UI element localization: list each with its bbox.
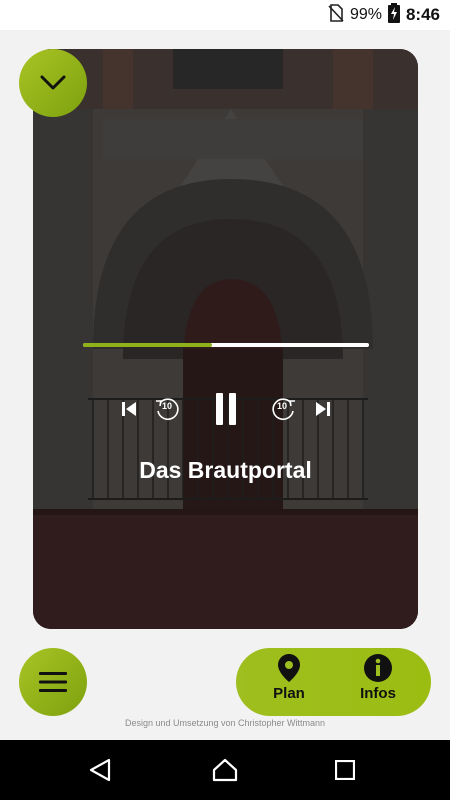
- forward-10-button[interactable]: 10: [269, 389, 297, 429]
- credit-text: Design und Umsetzung von Christopher Wit…: [124, 718, 326, 728]
- chevron-down-icon: [40, 75, 66, 90]
- status-icons: 99% 8:46: [328, 0, 440, 30]
- back-button[interactable]: [80, 750, 120, 790]
- skip-previous-button[interactable]: [117, 389, 141, 429]
- nav-infos[interactable]: Infos: [338, 654, 418, 710]
- nav-plan[interactable]: Plan: [249, 654, 329, 710]
- battery-percent: 99%: [349, 6, 382, 23]
- status-bar: 99% 8:46: [0, 0, 450, 30]
- system-navigation-bar: [0, 740, 450, 800]
- forward-seconds: 10: [277, 401, 288, 411]
- nav-infos-label: Infos: [360, 685, 396, 702]
- map-pin-icon: [278, 654, 300, 682]
- progress-fill: [83, 343, 212, 347]
- photo-overlay: [33, 49, 418, 629]
- clock: 8:46: [405, 5, 440, 24]
- track-title: Das Brautportal: [139, 457, 312, 483]
- playback-controls: 10 10: [33, 389, 418, 429]
- bottom-nav: Plan Infos: [236, 648, 431, 716]
- back-icon: [89, 758, 111, 782]
- recents-icon: [335, 760, 355, 780]
- menu-button[interactable]: [19, 648, 87, 716]
- home-button[interactable]: [205, 750, 245, 790]
- pause-button[interactable]: [211, 389, 241, 429]
- recents-button[interactable]: [325, 750, 365, 790]
- skip-next-icon: [316, 402, 330, 416]
- home-icon: [212, 758, 238, 782]
- info-icon: [364, 654, 392, 682]
- rewind-10-button[interactable]: 10: [154, 389, 182, 429]
- nav-plan-label: Plan: [273, 685, 305, 702]
- collapse-player-button[interactable]: [19, 49, 87, 117]
- progress-bar[interactable]: [83, 343, 369, 347]
- no-sim-icon: [328, 3, 344, 27]
- rewind-seconds: 10: [162, 401, 173, 411]
- pause-icon: [216, 393, 236, 425]
- battery-charging-icon: [387, 2, 400, 28]
- menu-icon: [39, 672, 67, 692]
- audio-player-card: 10 10 Das Brautportal: [33, 49, 418, 629]
- skip-next-button[interactable]: [311, 389, 335, 429]
- skip-previous-icon: [122, 402, 136, 416]
